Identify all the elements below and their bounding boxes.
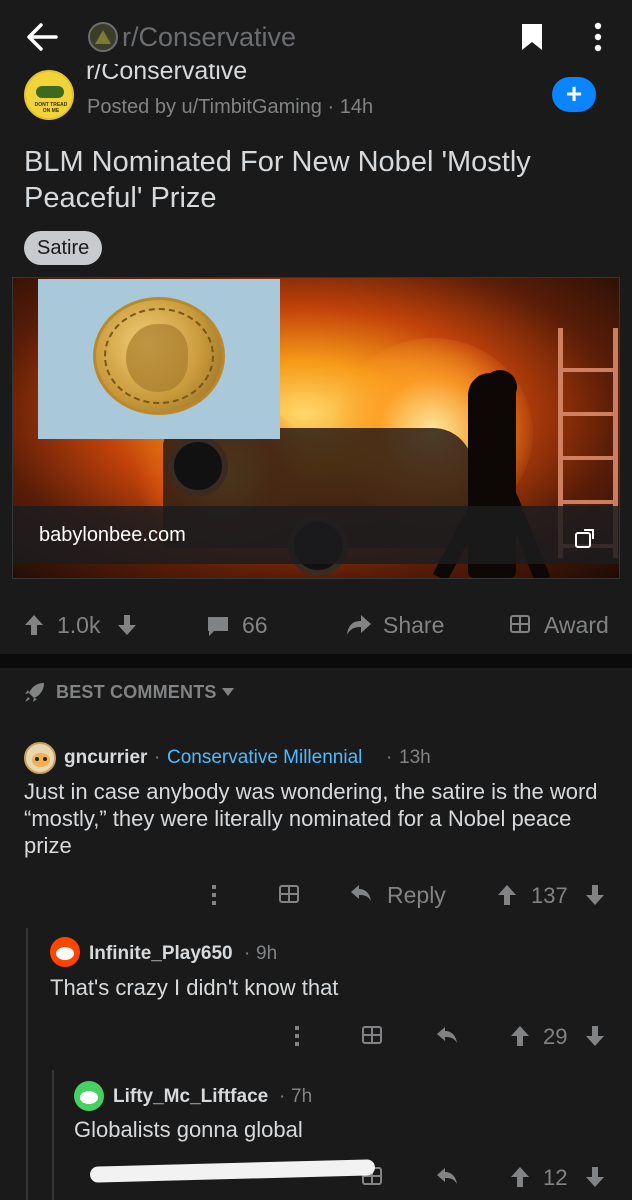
comment-username[interactable]: gncurrier xyxy=(64,747,147,769)
upvote-icon[interactable] xyxy=(510,1166,530,1188)
more-vert-icon[interactable] xyxy=(594,22,602,52)
thread-line[interactable] xyxy=(52,1070,54,1200)
post-flair[interactable]: Satire xyxy=(24,231,103,265)
post-age: 14h xyxy=(339,96,374,118)
nobel-medal-inset xyxy=(38,279,280,439)
reply-button[interactable]: Reply xyxy=(387,882,446,909)
more-dots-icon[interactable] xyxy=(212,885,216,905)
comment-age: 9h xyxy=(256,943,278,964)
avatar[interactable] xyxy=(24,742,56,774)
downvote-icon[interactable] xyxy=(585,1025,605,1047)
post-meta: Posted by u/TimbitGaming · 14h xyxy=(87,96,373,119)
comment-username[interactable]: Lifty_Mc_Liftface xyxy=(113,1086,268,1108)
redaction-scribble xyxy=(89,1159,376,1183)
thread-line[interactable] xyxy=(26,928,28,1200)
user-flair: Conservative Millennial xyxy=(167,747,363,768)
downvote-icon[interactable] xyxy=(585,884,605,906)
downvote-icon[interactable] xyxy=(585,1166,605,1188)
post-link-preview[interactable]: babylonbee.com xyxy=(12,277,620,579)
more-dots-icon[interactable] xyxy=(295,1026,299,1046)
header-subreddit-title[interactable]: r/Conservative xyxy=(122,22,296,53)
share-button[interactable]: Share xyxy=(383,612,444,639)
reply-icon[interactable] xyxy=(350,884,372,902)
post-subreddit-name[interactable]: r/Conservative xyxy=(86,64,247,84)
avatar[interactable] xyxy=(74,1081,104,1111)
bookmark-icon[interactable] xyxy=(520,22,544,52)
meta-separator: · xyxy=(154,747,161,768)
comment-username[interactable]: Infinite_Play650 xyxy=(89,943,233,965)
meta-separator: · xyxy=(327,96,335,118)
avatar[interactable] xyxy=(50,937,80,967)
external-link-icon xyxy=(575,529,594,548)
rocket-icon xyxy=(25,683,44,702)
posted-by[interactable]: Posted by u/TimbitGaming xyxy=(87,96,322,118)
back-arrow-icon[interactable] xyxy=(26,22,58,52)
comment-count[interactable]: 66 xyxy=(242,612,268,639)
meta-separator: · xyxy=(244,943,251,964)
post-title[interactable]: BLM Nominated For New Nobel 'Mostly Peac… xyxy=(24,144,604,216)
chevron-down-icon[interactable] xyxy=(222,688,234,696)
award-icon[interactable] xyxy=(510,615,530,633)
section-divider xyxy=(0,654,632,668)
car-wheel xyxy=(168,436,228,496)
award-icon[interactable] xyxy=(362,1026,382,1044)
comment-age: 13h xyxy=(399,747,431,768)
subreddit-avatar[interactable]: DONT TREAD ON ME xyxy=(24,70,74,120)
downvote-icon[interactable] xyxy=(117,614,137,636)
comment-icon[interactable] xyxy=(206,615,230,637)
vote-count: 1.0k xyxy=(57,612,101,638)
sort-label[interactable]: BEST COMMENTS xyxy=(56,682,217,703)
comment-text: Just in case anybody was wondering, the … xyxy=(24,779,598,858)
award-icon[interactable] xyxy=(279,885,299,903)
subreddit-icon xyxy=(88,22,118,52)
share-icon[interactable] xyxy=(346,614,372,636)
meta-separator: · xyxy=(386,747,393,768)
comment-text: That's crazy I didn't know that xyxy=(50,975,339,1000)
comment-score: 137 xyxy=(531,883,568,908)
upvote-icon[interactable] xyxy=(510,1025,530,1047)
nobel-medal xyxy=(93,297,225,415)
upvote-icon[interactable] xyxy=(24,614,44,636)
link-domain[interactable]: babylonbee.com xyxy=(39,524,186,547)
comment-text: Globalists gonna global xyxy=(74,1117,303,1142)
upvote-icon[interactable] xyxy=(497,884,517,906)
join-button[interactable]: + xyxy=(552,77,596,112)
reply-icon[interactable] xyxy=(436,1167,458,1185)
comment-age: 7h xyxy=(291,1086,313,1107)
award-button[interactable]: Award xyxy=(544,612,609,639)
reply-icon[interactable] xyxy=(436,1026,458,1044)
meta-separator: · xyxy=(279,1086,286,1107)
comment-score: 12 xyxy=(543,1165,568,1190)
comment-score: 29 xyxy=(543,1024,568,1049)
